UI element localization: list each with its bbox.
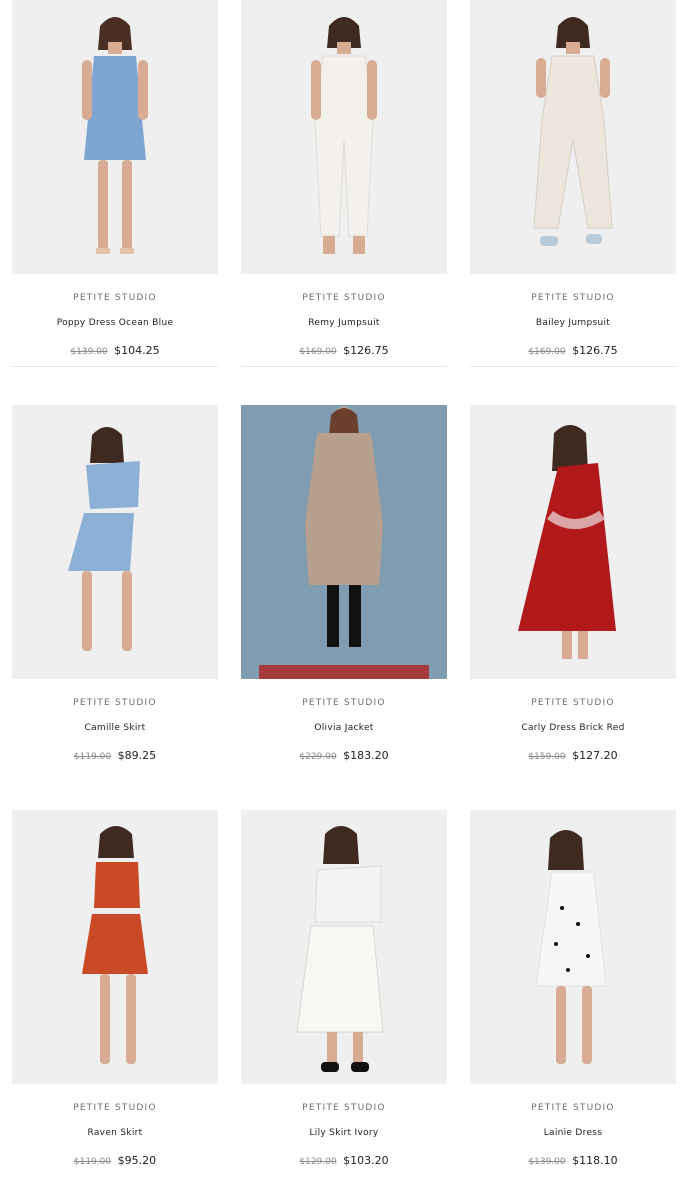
brand-label: PETITE STUDIO — [302, 1103, 386, 1113]
price: $119.00 $95.20 — [12, 1154, 218, 1167]
model-photo-white-jumpsuit — [311, 17, 377, 254]
sale-price: $183.20 — [343, 749, 389, 762]
product-image[interactable] — [470, 0, 676, 274]
sale-price: $126.75 — [572, 344, 618, 357]
product-name-link[interactable]: Poppy Dress Ocean Blue — [12, 318, 218, 328]
original-price: $139.00 — [70, 347, 108, 357]
product-name-link[interactable]: Carly Dress Brick Red — [470, 723, 676, 733]
brand-label: PETITE STUDIO — [302, 293, 386, 303]
brand-label: PETITE STUDIO — [73, 293, 157, 303]
price: $129.00 $103.20 — [241, 1154, 447, 1167]
model-photo-polka-dot-dress — [535, 830, 607, 1064]
product-image[interactable] — [241, 405, 447, 679]
product-name-link[interactable]: Camille Skirt — [12, 723, 218, 733]
model-photo-denim-skirt — [68, 427, 140, 651]
product-image[interactable] — [470, 405, 676, 679]
model-photo-striped-jumpsuit — [533, 17, 613, 246]
product-name-link[interactable]: Olivia Jacket — [241, 723, 447, 733]
price: $139.00 $104.25 — [12, 344, 218, 357]
original-price: $169.00 — [528, 347, 566, 357]
original-price: $139.00 — [528, 1157, 566, 1167]
product-name-link[interactable]: Lily Skirt Ivory — [241, 1128, 447, 1138]
price: $139.00 $118.10 — [470, 1154, 676, 1167]
sale-price: $95.20 — [117, 1154, 157, 1167]
product-name-link[interactable]: Remy Jumpsuit — [241, 318, 447, 328]
product-image[interactable] — [241, 810, 447, 1084]
sale-price: $103.20 — [343, 1154, 389, 1167]
brand-label: PETITE STUDIO — [531, 698, 615, 708]
original-price: $119.00 — [73, 1157, 112, 1167]
sale-price: $126.75 — [343, 344, 389, 357]
divider — [470, 366, 676, 367]
price: $119.00 $89.25 — [12, 749, 218, 762]
product-image[interactable] — [12, 405, 218, 679]
original-price: $229.00 — [299, 752, 337, 762]
original-price: $169.00 — [299, 347, 337, 357]
model-photo-ivory-skirt — [296, 826, 384, 1072]
model-photo-rust-skirt — [82, 826, 148, 1064]
product-image[interactable] — [470, 810, 676, 1084]
original-price: $159.00 — [528, 752, 566, 762]
sale-price: $127.20 — [572, 749, 618, 762]
product-image[interactable] — [12, 0, 218, 274]
price: $169.00 $126.75 — [470, 344, 676, 357]
price: $169.00 $126.75 — [241, 344, 447, 357]
divider — [12, 366, 218, 367]
price: $159.00 $127.20 — [470, 749, 676, 762]
model-photo-blue-dress — [82, 17, 148, 254]
original-price: $129.00 — [299, 1157, 337, 1167]
product-image[interactable] — [241, 0, 447, 274]
product-name-link[interactable]: Raven Skirt — [12, 1128, 218, 1138]
product-grid: PETITE STUDIO Poppy Dress Ocean Blue $13… — [0, 0, 700, 1178]
model-photo-red-floral-dress — [518, 425, 616, 659]
divider — [241, 366, 447, 367]
price: $229.00 $183.20 — [241, 749, 447, 762]
product-image[interactable] — [12, 810, 218, 1084]
brand-label: PETITE STUDIO — [73, 698, 157, 708]
sale-price: $104.25 — [114, 344, 160, 357]
model-photo-striped-jacket — [259, 407, 429, 679]
sale-price: $118.10 — [572, 1154, 618, 1167]
brand-label: PETITE STUDIO — [302, 698, 386, 708]
product-name-link[interactable]: Lainie Dress — [470, 1128, 676, 1138]
brand-label: PETITE STUDIO — [73, 1103, 157, 1113]
brand-label: PETITE STUDIO — [531, 1103, 615, 1113]
original-price: $119.00 — [73, 752, 112, 762]
sale-price: $89.25 — [117, 749, 157, 762]
brand-label: PETITE STUDIO — [531, 293, 615, 303]
product-name-link[interactable]: Bailey Jumpsuit — [470, 318, 676, 328]
